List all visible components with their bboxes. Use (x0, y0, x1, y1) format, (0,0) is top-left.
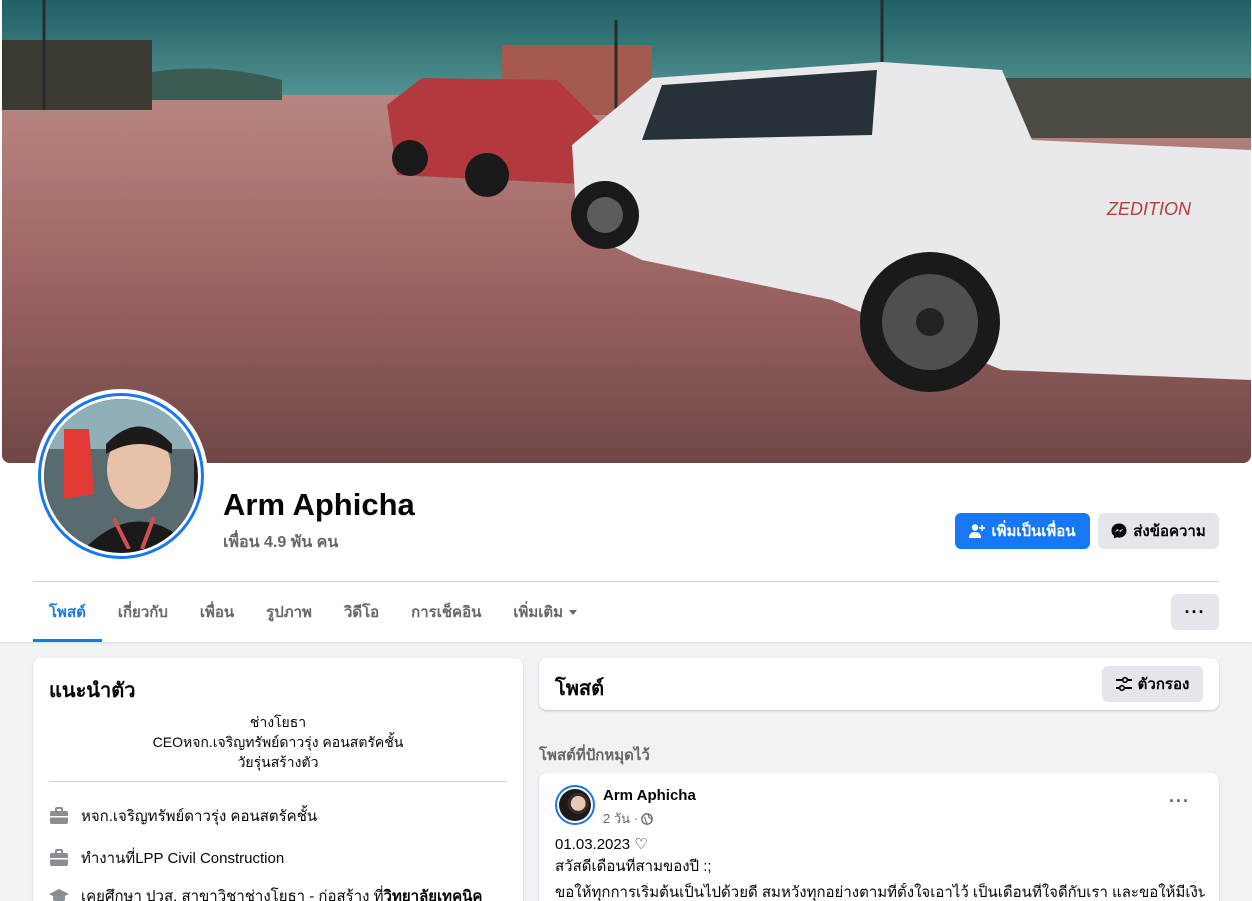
filter-button[interactable]: ตัวกรอง (1102, 666, 1203, 702)
pinned-posts-label: โพสต์ที่ปักหมุดไว้ (539, 747, 650, 764)
tab-label: เพื่อน (199, 604, 235, 621)
tab-videos[interactable]: วิดีโอ (328, 582, 395, 642)
tab-label: เพิ่มเติม (513, 604, 564, 621)
add-friend-icon (969, 524, 986, 538)
post-text-line: ขอให้ทุกการเริ่มต้นเป็นไปด้วยดี สมหวังทุ… (555, 884, 1205, 901)
avatar-photo (559, 789, 591, 821)
info-education-place[interactable]: วิทยาลัยเทคนิค (384, 884, 483, 901)
bio: ช่างโยธา CEOหจก.เจริญทรัพย์ดาวรุ่ง คอนสต… (49, 712, 507, 772)
info-work-1: หจก.เจริญทรัพย์ดาวรุ่ง คอนสตรัคชั้น (49, 804, 317, 828)
briefcase-icon (49, 848, 69, 868)
avatar-photo (44, 399, 198, 553)
profile-header: ZEDITION Arm Aphicha เพื่อน 4.9 พัน คน เ… (0, 0, 1252, 642)
tab-posts[interactable]: โพสต์ (33, 582, 102, 642)
more-dots-icon: ··· (1184, 601, 1206, 622)
briefcase-icon (49, 806, 69, 826)
info-work-1-text[interactable]: หจก.เจริญทรัพย์ดาวรุ่ง คอนสตรัคชั้น (81, 804, 317, 828)
message-button[interactable]: ส่งข้อความ (1098, 513, 1219, 549)
post-author[interactable]: Arm Aphicha (603, 787, 696, 804)
bio-line: ช่างโยธา (249, 714, 307, 730)
filter-icon (1115, 676, 1132, 692)
tab-label: รูปภาพ (266, 604, 312, 621)
caret-down-icon (569, 609, 578, 615)
avatar-story-ring (38, 393, 204, 559)
tab-photos[interactable]: รูปภาพ (250, 582, 328, 642)
posts-title: โพสต์ (555, 678, 605, 700)
cover-photo[interactable]: ZEDITION (2, 0, 1251, 463)
more-dots-icon: ··· (1169, 791, 1190, 811)
tab-more[interactable]: เพิ่มเติม (497, 582, 593, 642)
bio-divider (49, 781, 507, 782)
messenger-icon (1111, 523, 1127, 539)
add-friend-label: เพิ่มเป็นเพื่อน (991, 523, 1076, 540)
tab-checkins[interactable]: การเช็คอิน (395, 582, 497, 642)
filter-label: ตัวกรอง (1137, 676, 1190, 693)
post-time[interactable]: 2 วัน · (603, 808, 638, 829)
graduation-cap-icon (49, 886, 69, 901)
svg-text:ZEDITION: ZEDITION (1106, 199, 1192, 219)
globe-icon (641, 812, 653, 825)
bio-line: วัยรุ่นสร้างตัว (237, 754, 319, 770)
info-work-2-place[interactable]: LPP Civil Construction (135, 850, 284, 867)
cover-photo-illustration: ZEDITION (2, 0, 1251, 463)
profile-avatar[interactable] (34, 389, 208, 563)
friends-count[interactable]: เพื่อน 4.9 พัน คน (223, 530, 338, 555)
post-more-button[interactable]: ··· (1169, 791, 1190, 812)
avatar-illustration (44, 399, 194, 550)
pinned-post: Arm Aphicha 2 วัน · ··· 01.03.2023 ♡ สวั… (539, 773, 1219, 901)
tab-label: การเช็คอิน (411, 604, 482, 621)
tab-label: วิดีโอ (343, 604, 380, 621)
tab-label: โพสต์ (49, 604, 86, 621)
message-label: ส่งข้อความ (1133, 523, 1206, 540)
add-friend-button[interactable]: เพิ่มเป็นเพื่อน (955, 513, 1090, 549)
post-meta: 2 วัน · (603, 808, 653, 829)
post-text-line: สวัสดีเดือนที่สามของปี :; (555, 858, 712, 875)
info-work-2-prefix: ทำงานที่ (81, 850, 136, 867)
post-text-line: 01.03.2023 ♡ (555, 836, 648, 853)
bio-line: CEOหจก.เจริญทรัพย์ดาวรุ่ง คอนสตรัคชั้น (152, 734, 404, 750)
post-text: 01.03.2023 ♡ สวัสดีเดือนที่สามของปี :; ข… (555, 835, 1205, 901)
posts-header-card: โพสต์ ตัวกรอง (539, 658, 1219, 710)
info-education-prefix: เคยศึกษา ปวส. สาขาวิชาช่างโยธา - ก่อสร้า… (81, 888, 384, 901)
profile-name: Arm Aphicha (223, 487, 415, 522)
profile-tabs: โพสต์ เกี่ยวกับ เพื่อน รูปภาพ วิดีโอ การ… (33, 582, 593, 642)
intro-card: แนะนำตัว ช่างโยธา CEOหจก.เจริญทรัพย์ดาวร… (33, 658, 523, 901)
tab-about[interactable]: เกี่ยวกับ (102, 582, 184, 642)
tab-friends[interactable]: เพื่อน (184, 582, 250, 642)
info-work-2: ทำงานที่ LPP Civil Construction (49, 846, 284, 870)
post-author-avatar[interactable] (555, 785, 595, 825)
tab-label: เกี่ยวกับ (117, 604, 168, 621)
profile-more-button[interactable]: ··· (1171, 594, 1219, 630)
info-education: เคยศึกษา ปวส. สาขาวิชาช่างโยธา - ก่อสร้า… (49, 884, 482, 901)
intro-title: แนะนำตัว (49, 680, 136, 702)
